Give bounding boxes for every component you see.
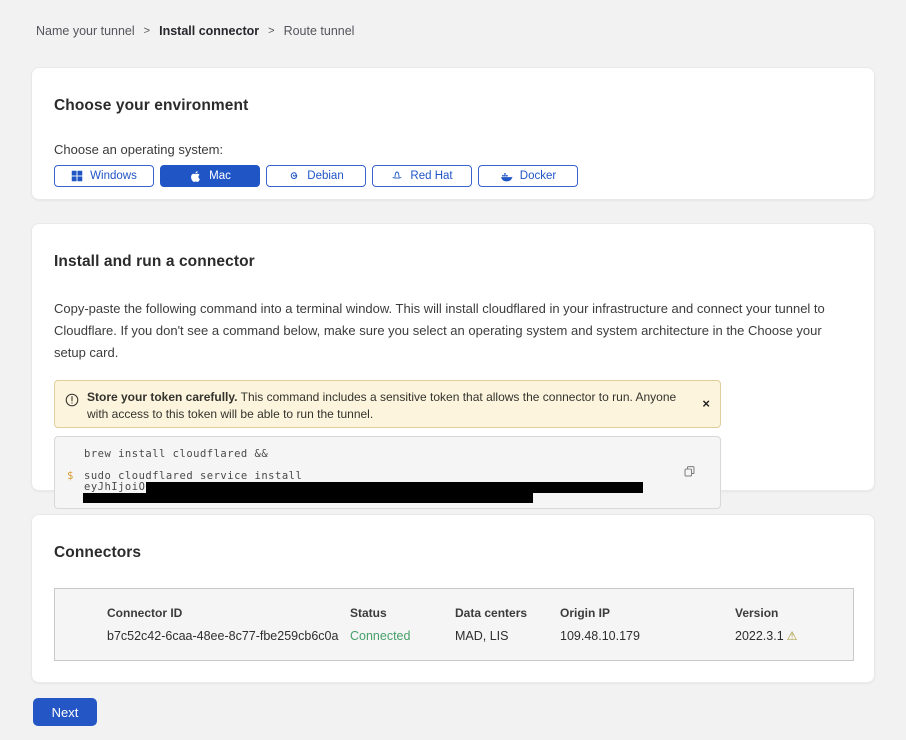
- environment-card-title: Choose your environment: [54, 97, 852, 115]
- redacted-token-bar: [83, 493, 533, 503]
- data-centers-value: MAD, LIS: [455, 629, 560, 643]
- shell-prompt: $: [67, 470, 84, 503]
- copy-icon[interactable]: [683, 465, 696, 481]
- warning-triangle-icon: ⚠: [787, 629, 798, 643]
- token-warning-bold: Store your token carefully.: [87, 390, 238, 404]
- close-icon[interactable]: ×: [702, 397, 710, 410]
- docker-icon: [500, 170, 513, 183]
- col-header-data-centers: Data centers: [455, 606, 560, 620]
- next-button[interactable]: Next: [33, 698, 97, 726]
- col-header-status: Status: [350, 606, 455, 620]
- windows-icon: [71, 170, 83, 182]
- os-button-label: Mac: [209, 170, 231, 182]
- code-line-command: sudo cloudflared service install: [84, 470, 704, 482]
- os-button-label: Windows: [90, 170, 137, 182]
- breadcrumb: Name your tunnel > Install connector > R…: [0, 0, 906, 38]
- os-select-label: Choose an operating system:: [54, 142, 852, 157]
- apple-icon: [189, 170, 202, 183]
- os-button-debian[interactable]: Debian: [266, 165, 366, 187]
- col-header-origin-ip: Origin IP: [560, 606, 735, 620]
- version-number: 2022.3.1: [735, 629, 784, 643]
- origin-ip-value: 109.48.10.179: [560, 629, 735, 643]
- code-line-brew: brew install cloudflared &&: [84, 448, 704, 460]
- os-button-label: Red Hat: [410, 170, 452, 182]
- install-description: Copy-paste the following command into a …: [54, 298, 850, 364]
- token-prefix: eyJhIjoiO: [84, 481, 145, 493]
- os-button-group: Windows Mac Debian: [54, 165, 852, 187]
- os-button-mac[interactable]: Mac: [160, 165, 260, 187]
- install-connector-card: Install and run a connector Copy-paste t…: [31, 223, 875, 491]
- os-button-redhat[interactable]: Red Hat: [372, 165, 472, 187]
- install-command-code-block: brew install cloudflared && $ sudo cloud…: [54, 436, 721, 509]
- os-button-docker[interactable]: Docker: [478, 165, 578, 187]
- breadcrumb-install-connector[interactable]: Install connector: [159, 24, 259, 38]
- alert-circle-icon: [65, 393, 79, 412]
- token-warning-banner: Store your token carefully. This command…: [54, 380, 721, 428]
- breadcrumb-separator: >: [268, 25, 274, 37]
- os-button-label: Docker: [520, 170, 556, 182]
- redacted-token-bar: [146, 482, 643, 493]
- os-button-windows[interactable]: Windows: [54, 165, 154, 187]
- environment-card: Choose your environment Choose an operat…: [31, 67, 875, 200]
- os-button-label: Debian: [307, 170, 343, 182]
- connectors-table-header-row: Connector ID Status Data centers Origin …: [107, 606, 853, 620]
- connectors-table: Connector ID Status Data centers Origin …: [54, 588, 854, 661]
- col-header-version: Version: [735, 606, 853, 620]
- breadcrumb-route-tunnel[interactable]: Route tunnel: [284, 24, 355, 38]
- install-card-title: Install and run a connector: [54, 253, 852, 271]
- col-header-connector-id: Connector ID: [107, 606, 350, 620]
- connectors-card-title: Connectors: [54, 544, 852, 562]
- redhat-icon: [391, 170, 403, 182]
- breadcrumb-name-your-tunnel[interactable]: Name your tunnel: [36, 24, 135, 38]
- debian-icon: [288, 170, 300, 182]
- token-warning-text: Store your token carefully. This command…: [87, 389, 702, 423]
- table-row: b7c52c42-6caa-48ee-8c77-fbe259cb6c0a Con…: [107, 629, 853, 643]
- connectors-card: Connectors Connector ID Status Data cent…: [31, 514, 875, 683]
- connector-id-value: b7c52c42-6caa-48ee-8c77-fbe259cb6c0a: [107, 629, 350, 643]
- status-badge: Connected: [350, 629, 455, 643]
- breadcrumb-separator: >: [144, 25, 150, 37]
- version-value: 2022.3.1⚠: [735, 629, 853, 643]
